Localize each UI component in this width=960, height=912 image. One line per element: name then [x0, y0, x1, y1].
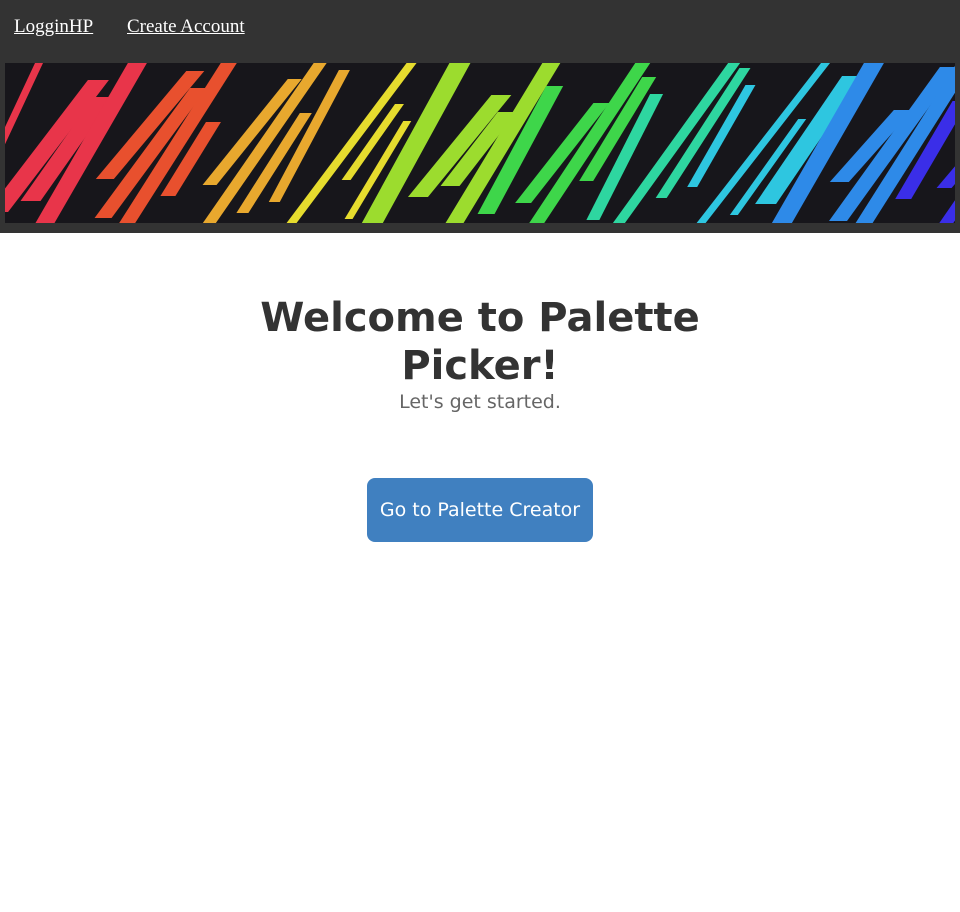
go-to-palette-creator-button[interactable]: Go to Palette Creator	[367, 478, 593, 542]
hero-section: Welcome to Palette Picker! Let's get sta…	[0, 294, 960, 414]
banner-graphic	[5, 63, 955, 223]
header-bar: LogginHP Create Account	[0, 0, 960, 233]
nav-link-logginhp[interactable]: LogginHP	[14, 16, 93, 38]
top-nav: LogginHP Create Account	[0, 0, 960, 60]
page-title: Welcome to Palette Picker!	[260, 295, 700, 389]
page-subtitle: Let's get started.	[399, 391, 561, 413]
nav-link-create-account[interactable]: Create Account	[127, 16, 245, 38]
rainbow-stripes-banner	[5, 63, 955, 223]
